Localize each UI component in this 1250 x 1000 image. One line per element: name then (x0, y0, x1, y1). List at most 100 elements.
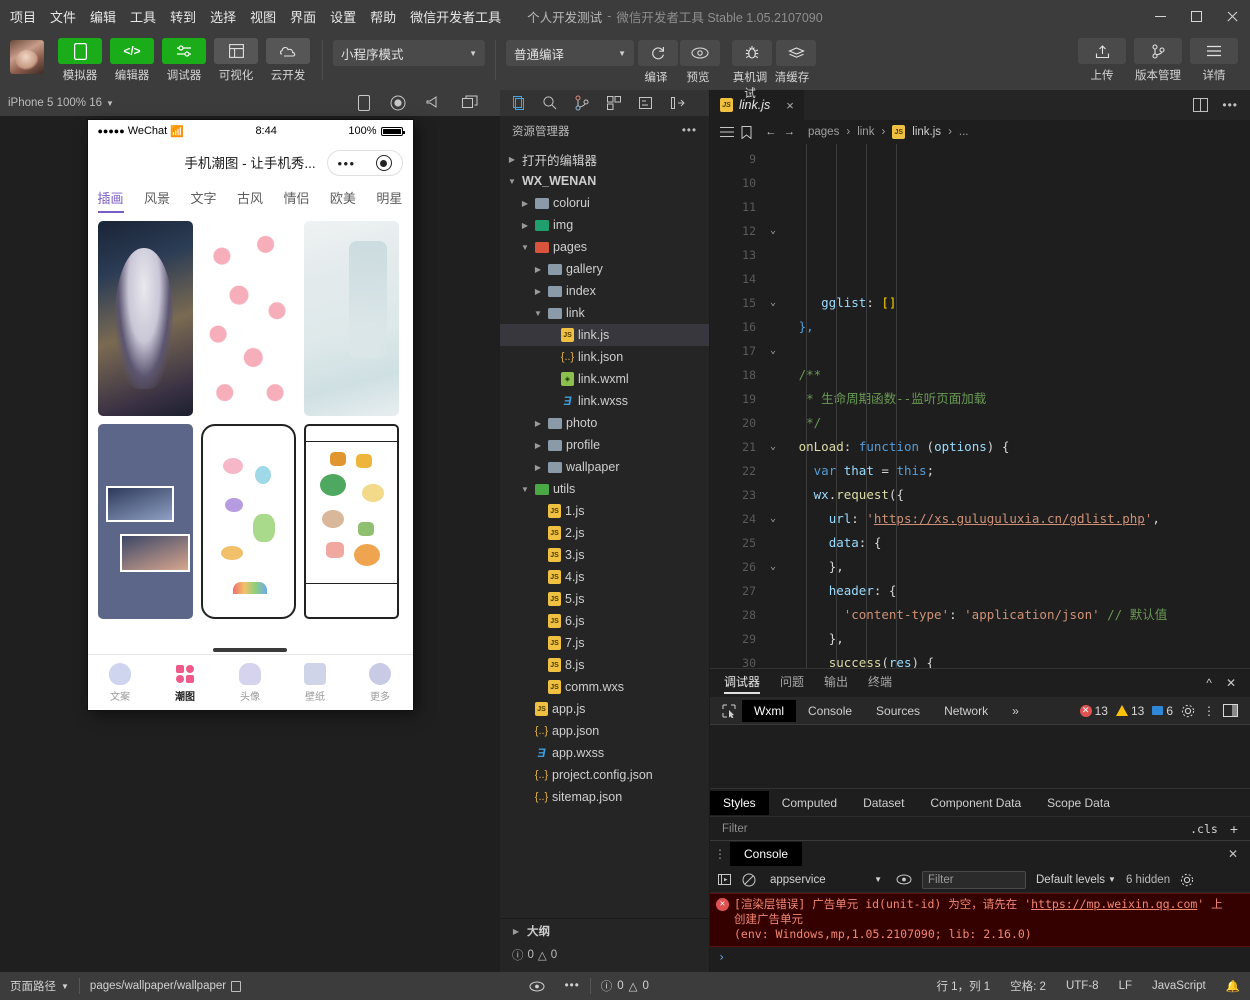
menu-item-8[interactable]: 设置 (330, 7, 356, 26)
console-tab[interactable]: Console (730, 842, 803, 866)
styles-tab-computed[interactable]: Computed (769, 791, 850, 815)
maximize-button[interactable] (1178, 0, 1214, 32)
tree-item-5.js[interactable]: JS 5.js (500, 588, 709, 610)
tree-item-comm.wxs[interactable]: JS comm.wxs (500, 676, 709, 698)
tree-project-root[interactable]: ▼ WX_WENAN (500, 170, 709, 192)
right-action-upload[interactable]: 上传 (1076, 38, 1128, 83)
tree-item-index[interactable]: ▶ index (500, 280, 709, 302)
cursor-position[interactable]: 行 1，列 1 (926, 972, 1000, 1000)
tree-open-editors[interactable]: ▶ 打开的编辑器 (500, 148, 709, 170)
chevron-right-icon[interactable]: ▶ (532, 419, 544, 428)
console-prompt[interactable]: › (710, 947, 1250, 967)
tree-item-3.js[interactable]: JS 3.js (500, 544, 709, 566)
chevron-right-icon[interactable]: ▶ (519, 199, 531, 208)
back-arrow-icon[interactable]: ← (765, 126, 777, 138)
menu-item-0[interactable]: 项目 (10, 7, 36, 26)
tree-item-2.js[interactable]: JS 2.js (500, 522, 709, 544)
tree-item-1.js[interactable]: JS 1.js (500, 500, 709, 522)
eol-setting[interactable]: LF (1109, 972, 1142, 1000)
category-tab-情侣[interactable]: 情侣 (283, 188, 309, 213)
category-tab-欧美[interactable]: 欧美 (330, 188, 356, 213)
record-icon[interactable] (390, 95, 406, 111)
action-button-bug[interactable] (732, 40, 772, 66)
menu-item-2[interactable]: 编辑 (90, 7, 116, 26)
tree-item-8.js[interactable]: JS 8.js (500, 654, 709, 676)
tree-item-6.js[interactable]: JS 6.js (500, 610, 709, 632)
error-link[interactable]: https://mp.weixin.qq.com (1031, 897, 1197, 911)
tree-item-sitemap.json[interactable]: {..} sitemap.json (500, 786, 709, 808)
tree-item-link.json[interactable]: {..} link.json (500, 346, 709, 368)
menu-item-9[interactable]: 帮助 (370, 7, 396, 26)
tree-item-app.js[interactable]: JS app.js (500, 698, 709, 720)
toolbar-button-phone[interactable]: 模拟器 (56, 38, 104, 83)
category-tab-文字[interactable]: 文字 (190, 188, 216, 213)
action-button-eye[interactable] (680, 40, 720, 66)
chevron-right-icon[interactable]: ▶ (532, 463, 544, 472)
wallpaper-card-pink-pattern[interactable] (200, 221, 296, 416)
outline-header[interactable]: ▶ 大纲 (500, 919, 709, 943)
menu-dots-icon[interactable]: ••• (337, 156, 355, 171)
menu-item-10[interactable]: 微信开发者工具 (410, 7, 501, 26)
action-button-layers[interactable] (776, 40, 816, 66)
error-badge[interactable]: ✕ 13 (1079, 704, 1108, 718)
category-tab-明星[interactable]: 明星 (376, 188, 402, 213)
styles-filter-input[interactable]: Filter (722, 823, 748, 835)
page-path-selector[interactable]: 页面路径 ▼ (0, 972, 79, 1000)
devtools-overflow[interactable]: » (1000, 700, 1031, 722)
close-button[interactable] (1214, 0, 1250, 32)
more-vertical-icon[interactable]: ⋮ (1203, 704, 1215, 718)
devtools-tab-console[interactable]: Console (796, 700, 864, 722)
tree-item-pages[interactable]: ▼ pages (500, 236, 709, 258)
minimize-button[interactable] (1142, 0, 1178, 32)
wallpaper-card-pastel[interactable] (303, 221, 399, 416)
volume-icon[interactable] (426, 95, 442, 111)
warning-badge[interactable]: 13 (1115, 704, 1144, 718)
panel-tab-问题[interactable]: 问题 (780, 673, 804, 694)
console-filter-input[interactable]: Filter (922, 870, 1026, 889)
phone-tab-潮图[interactable]: 潮图 (153, 662, 218, 703)
tree-item-img[interactable]: ▶ img (500, 214, 709, 236)
tree-item-link.js[interactable]: JS link.js (500, 324, 709, 346)
add-rule-button[interactable]: + (1230, 821, 1238, 837)
chevron-right-icon[interactable]: ▶ (532, 265, 544, 274)
toolbar-button-cloud[interactable]: 云开发 (264, 38, 312, 83)
chevron-right-icon[interactable]: ▶ (532, 287, 544, 296)
category-tab-风景[interactable]: 风景 (144, 188, 170, 213)
tree-item-utils[interactable]: ▼ utils (500, 478, 709, 500)
settings-gear-icon[interactable] (1180, 873, 1194, 887)
breadcrumb-link[interactable]: link (857, 126, 874, 138)
wallpaper-card-photo-collage[interactable] (97, 424, 193, 619)
chevron-right-icon[interactable]: ▶ (519, 221, 531, 230)
eye-icon[interactable] (896, 874, 912, 885)
copy-icon[interactable] (231, 980, 242, 992)
tree-item-photo[interactable]: ▶ photo (500, 412, 709, 434)
panel-tab-调试器[interactable]: 调试器 (724, 673, 761, 694)
tree-item-profile[interactable]: ▶ profile (500, 434, 709, 456)
devtools-tab-sources[interactable]: Sources (864, 700, 932, 722)
bell-icon[interactable]: 🔔 (1216, 972, 1250, 1000)
mode-select[interactable]: 小程序模式 ▼ (333, 40, 485, 66)
action-button-refresh[interactable] (638, 40, 678, 66)
menu-item-3[interactable]: 工具 (130, 7, 156, 26)
wallpaper-card-kawaii-stickers[interactable] (303, 424, 399, 619)
code-area[interactable]: 9 10 11 12 ⌄ 13 14 15 ⌄ 16 17 ⌄ 18 19 20 21 ⌄ 22 23 24 ⌄ 25 26… (710, 144, 1250, 668)
tree-item-link[interactable]: ▼ link (500, 302, 709, 324)
tree-item-4.js[interactable]: JS 4.js (500, 566, 709, 588)
console-error-message[interactable]: ✕ [渲染层错误] 广告单元 id(unit-id) 为空，请先在 'https… (710, 893, 1250, 947)
breadcrumb-more[interactable]: ... (959, 126, 969, 138)
styles-tab-dataset[interactable]: Dataset (850, 791, 917, 815)
menu-item-6[interactable]: 视图 (250, 7, 276, 26)
chevron-down-icon[interactable]: ▼ (519, 485, 531, 494)
phone-rotate-icon[interactable] (358, 95, 370, 111)
phone-tab-头像[interactable]: 头像 (218, 662, 283, 703)
devtools-tab-wxml[interactable]: Wxml (742, 699, 796, 722)
chevron-up-icon[interactable]: ^ (1206, 676, 1212, 690)
menu-item-1[interactable]: 文件 (50, 7, 76, 26)
toolbar-button-layout[interactable]: 可视化 (212, 38, 260, 83)
devtools-tab-network[interactable]: Network (932, 700, 1000, 722)
more-actions-icon[interactable]: ••• (682, 125, 697, 137)
step-into-icon[interactable] (718, 873, 732, 886)
chevron-right-icon[interactable]: ▶ (532, 441, 544, 450)
toolbar-button-code[interactable]: </> 编辑器 (108, 38, 156, 83)
cls-button[interactable]: .cls (1190, 822, 1218, 836)
